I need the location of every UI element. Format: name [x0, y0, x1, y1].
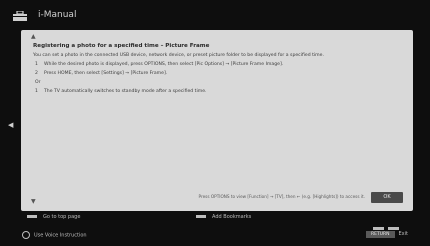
step-number: 1: [35, 89, 38, 94]
or-label: Or: [35, 80, 41, 85]
page-title: i-Manual: [38, 10, 77, 20]
add-bookmarks-hint[interactable]: Add Bookmarks: [196, 214, 251, 220]
add-bookmarks-label: Add Bookmarks: [212, 214, 252, 220]
title-bar: i-Manual: [0, 0, 430, 30]
go-to-top-page-label: Go to top page: [43, 214, 81, 220]
globe-icon: [22, 231, 30, 239]
voice-instruction-hint[interactable]: Use Voice Instruction: [22, 231, 87, 239]
exit-hint[interactable]: RETURN Exit: [366, 231, 408, 238]
step-number: 2: [35, 71, 38, 76]
scroll-up-icon[interactable]: ▲: [31, 33, 36, 40]
color-key-icon: [196, 215, 206, 218]
go-to-top-page-hint[interactable]: Go to top page: [27, 214, 80, 220]
step-number: 1: [35, 62, 38, 67]
ok-button[interactable]: OK: [371, 192, 403, 203]
intro-text: You can set a photo in the connected USB…: [33, 53, 324, 58]
manual-page-panel: ▲ Registering a photo for a specified ti…: [21, 30, 413, 211]
return-key: RETURN: [366, 231, 395, 238]
color-key-icon: [373, 227, 384, 230]
step-item: 1 While the desired photo is displayed, …: [33, 61, 401, 68]
step-item: 1 The TV automatically switches to stand…: [33, 88, 401, 95]
exit-label: Exit: [398, 231, 408, 237]
voice-instruction-label: Use Voice Instruction: [34, 232, 87, 239]
footer-note: Press OPTIONS to view [Function] → [TV],…: [198, 194, 365, 199]
step-text: The TV automatically switches to standby…: [44, 89, 207, 94]
color-key-icon: [27, 215, 37, 218]
step-text: While the desired photo is displayed, pr…: [44, 62, 284, 67]
section-heading: Registering a photo for a specified time…: [33, 43, 210, 49]
toolbox-icon: [13, 11, 27, 21]
previous-page-arrow-icon[interactable]: ◀: [8, 121, 13, 129]
bottom-bar: Go to top page Add Bookmarks Use Voice I…: [0, 211, 430, 246]
color-key-icon: [388, 227, 399, 230]
step-text: Press HOME, then select [Settings] → [Pi…: [44, 71, 168, 76]
step-item: 2 Press HOME, then select [Settings] → […: [33, 70, 401, 77]
scroll-down-icon[interactable]: ▼: [31, 198, 36, 205]
manual-content: Registering a photo for a specified time…: [33, 43, 401, 97]
